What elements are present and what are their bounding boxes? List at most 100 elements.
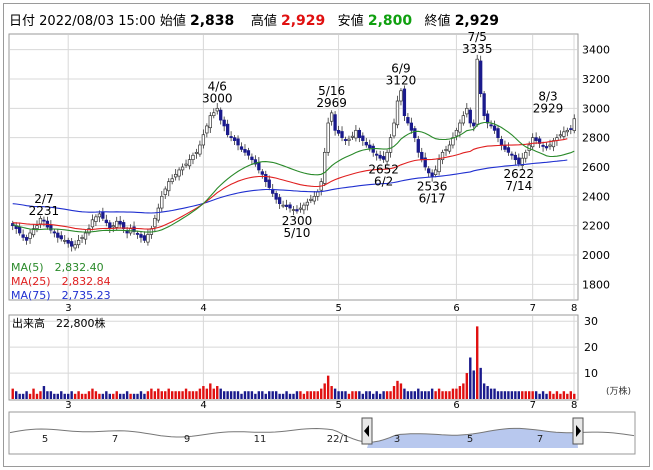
volume-bar bbox=[531, 391, 534, 399]
candle-body bbox=[437, 159, 441, 173]
volume-bar bbox=[552, 393, 555, 399]
candle-body bbox=[406, 117, 410, 124]
candle-body bbox=[205, 125, 209, 134]
candle-body bbox=[42, 219, 46, 222]
volume-bar bbox=[21, 393, 25, 399]
volume-header: 出来高 22,800株 bbox=[12, 316, 106, 330]
volume-month-tick-label: 7 bbox=[530, 400, 536, 411]
volume-bar bbox=[424, 391, 427, 399]
volume-bar bbox=[455, 388, 458, 399]
candle-body bbox=[479, 60, 483, 95]
candle-body bbox=[173, 173, 178, 178]
candle-body bbox=[371, 145, 375, 153]
volume-bar bbox=[285, 391, 288, 399]
month-tick-label: 8 bbox=[571, 303, 577, 314]
volume-bar bbox=[465, 373, 469, 399]
volume-bar bbox=[347, 393, 351, 399]
candle-body bbox=[534, 137, 538, 141]
volume-bar bbox=[378, 393, 382, 399]
price-tick-label: 3000 bbox=[582, 102, 610, 115]
price-tick-label: 2000 bbox=[582, 249, 610, 262]
volume-bar bbox=[566, 393, 569, 399]
volume-bar bbox=[63, 393, 66, 399]
candle-body bbox=[326, 122, 330, 153]
volume-bar bbox=[281, 393, 285, 399]
volume-month-tick-label: 8 bbox=[571, 400, 577, 411]
volume-bar bbox=[524, 391, 527, 399]
volume-bar bbox=[143, 393, 146, 399]
volume-bar bbox=[250, 391, 254, 399]
candle-body bbox=[364, 142, 368, 146]
volume-bar bbox=[375, 391, 378, 399]
volume-bar bbox=[451, 388, 455, 399]
candle-body bbox=[496, 128, 500, 139]
month-tick-label: 4 bbox=[200, 303, 206, 314]
volume-bar bbox=[444, 391, 448, 399]
volume-bar bbox=[410, 391, 413, 399]
candle-body bbox=[368, 144, 372, 149]
volume-bar bbox=[146, 391, 150, 399]
candle-body bbox=[430, 172, 434, 177]
volume-bar bbox=[32, 388, 35, 399]
candle-body bbox=[472, 122, 476, 127]
annotation-label: 2929 bbox=[533, 102, 564, 116]
candle-body bbox=[517, 157, 521, 165]
candle-body bbox=[416, 139, 420, 153]
candle-body bbox=[111, 225, 115, 228]
volume-bar bbox=[73, 393, 77, 399]
annotation-label: 6/17 bbox=[419, 191, 446, 205]
volume-month-tick-label: 5 bbox=[336, 400, 342, 411]
volume-bar bbox=[462, 383, 465, 399]
volume-bar bbox=[534, 391, 538, 399]
volume-bar bbox=[541, 391, 545, 399]
volume-bar bbox=[562, 391, 566, 399]
volume-bar bbox=[191, 391, 195, 399]
volume-bar bbox=[330, 386, 333, 399]
volume-bar bbox=[351, 391, 354, 399]
volume-bar bbox=[507, 391, 510, 399]
volume-bar bbox=[486, 386, 489, 399]
candle-body bbox=[80, 237, 84, 239]
volume-bar bbox=[35, 393, 39, 399]
volume-bar bbox=[472, 370, 475, 399]
candle-body bbox=[219, 109, 223, 121]
candle-body bbox=[177, 169, 181, 177]
price-tick-label: 2200 bbox=[582, 220, 610, 233]
volume-bar bbox=[184, 388, 188, 399]
volume-bar bbox=[344, 391, 347, 399]
candle-body bbox=[225, 123, 230, 136]
legend-ma75: MA(75) 2,735.23 bbox=[11, 289, 111, 302]
volume-bar bbox=[437, 388, 441, 399]
candle-body bbox=[108, 222, 112, 229]
volume-bar bbox=[125, 391, 129, 399]
candle-body bbox=[284, 204, 289, 207]
volume-bar bbox=[129, 393, 132, 399]
volume-bar bbox=[500, 391, 503, 399]
candle-body bbox=[104, 219, 108, 224]
candle-body bbox=[257, 161, 261, 171]
volume-bar bbox=[295, 391, 299, 399]
volume-bar bbox=[358, 391, 361, 399]
candle-body bbox=[97, 213, 102, 218]
volume-bar bbox=[510, 391, 514, 399]
annotation-label: 5/10 bbox=[283, 226, 310, 240]
candle-body bbox=[409, 122, 414, 131]
volume-tick-label: 10 bbox=[584, 367, 598, 380]
candle-body bbox=[146, 234, 150, 243]
candle-body bbox=[288, 204, 292, 209]
annotation-label: 2231 bbox=[29, 204, 60, 218]
volume-bar bbox=[84, 393, 87, 399]
candle-body bbox=[312, 195, 316, 202]
volume-bar bbox=[396, 380, 399, 399]
volume-bar bbox=[39, 391, 42, 399]
month-tick-label: 6 bbox=[453, 303, 459, 314]
volume-bar bbox=[573, 393, 576, 399]
volume-bar bbox=[101, 393, 105, 399]
candle-body bbox=[56, 232, 60, 238]
volume-bar bbox=[233, 391, 236, 399]
volume-bar bbox=[112, 393, 115, 399]
candle-body bbox=[510, 153, 514, 156]
candle-body bbox=[212, 112, 216, 117]
volume-month-tick-label: 3 bbox=[65, 400, 71, 411]
volume-bar bbox=[205, 388, 209, 399]
